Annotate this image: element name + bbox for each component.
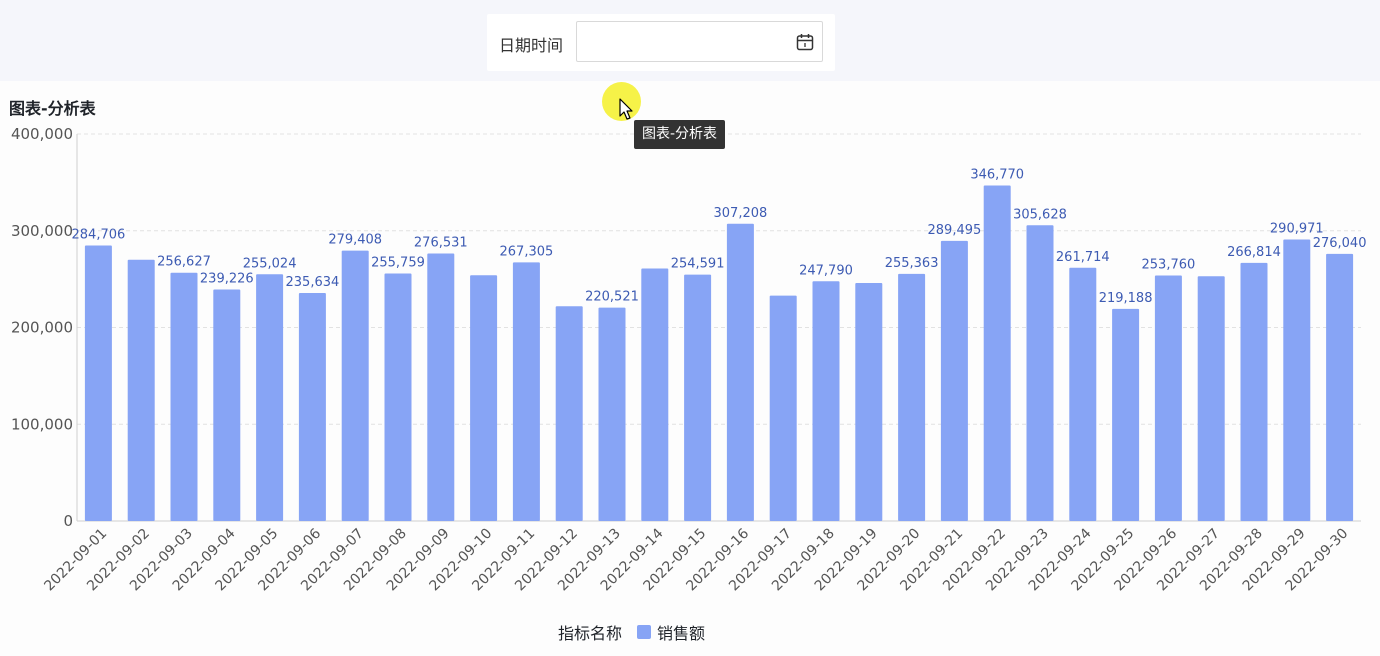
data-label: 261,714 [1056, 250, 1110, 265]
bar[interactable] [1112, 308, 1140, 521]
bar[interactable] [641, 268, 669, 521]
y-tick-label: 300,000 [11, 222, 73, 240]
bars [84, 185, 1354, 522]
chart-legend: 指标名称 销售额 [558, 621, 705, 643]
data-label: 256,627 [157, 255, 211, 270]
data-label: 247,790 [799, 263, 853, 278]
bar[interactable] [341, 250, 369, 521]
mouse-pointer-icon [619, 98, 633, 120]
data-label: 276,040 [1313, 236, 1367, 251]
bar[interactable] [170, 272, 198, 521]
data-label: 279,408 [328, 233, 382, 248]
bar[interactable] [598, 307, 626, 521]
tooltip: 图表-分析表 [634, 120, 726, 149]
bar[interactable] [1154, 275, 1182, 521]
bar[interactable] [1197, 276, 1225, 521]
data-label: 239,226 [200, 272, 254, 287]
data-label: 255,024 [243, 256, 297, 271]
data-label: 284,706 [72, 228, 126, 243]
bar[interactable] [298, 293, 326, 521]
data-label: 255,759 [371, 256, 425, 271]
bar[interactable] [555, 306, 583, 521]
bar[interactable] [983, 185, 1011, 521]
y-tick-label: 200,000 [11, 319, 73, 337]
data-label: 254,591 [671, 257, 725, 272]
legend-title: 指标名称 [558, 624, 623, 643]
bar[interactable] [1326, 253, 1354, 521]
legend-swatch[interactable] [637, 625, 652, 639]
bar[interactable] [1240, 262, 1268, 521]
bar[interactable] [940, 240, 968, 522]
bar[interactable] [726, 223, 754, 522]
bar[interactable] [1283, 239, 1311, 522]
data-label: 305,628 [1013, 207, 1067, 222]
data-label: 220,521 [585, 290, 639, 305]
bar[interactable] [1026, 225, 1054, 521]
data-label: 307,208 [714, 206, 768, 221]
y-tick-label: 100,000 [11, 415, 73, 433]
bar[interactable] [769, 295, 797, 521]
legend-series-label[interactable]: 销售额 [657, 620, 705, 644]
bar[interactable] [384, 273, 412, 521]
bar[interactable] [256, 274, 284, 521]
data-label: 219,188 [1099, 291, 1153, 306]
bar[interactable] [855, 282, 883, 521]
data-label: 266,814 [1227, 245, 1281, 260]
y-tick-label: 400,000 [11, 125, 73, 143]
data-label: 235,634 [286, 275, 340, 290]
bar[interactable] [84, 245, 112, 522]
bar-chart: 284,706 256,627 239,226255,024 235,634 279,4… [11, 125, 1367, 594]
y-tick-label: 0 [63, 512, 73, 530]
data-label: 276,531 [414, 235, 468, 250]
bar[interactable] [127, 259, 155, 521]
bar[interactable] [684, 274, 712, 521]
data-label: 289,495 [928, 223, 982, 238]
data-label: 290,971 [1270, 221, 1324, 236]
bar[interactable] [812, 281, 840, 521]
bar[interactable] [470, 275, 498, 521]
tick-labels: 0100,000200,000300,000400,0002022-09-012… [11, 125, 1351, 594]
bar[interactable] [213, 289, 241, 521]
data-label: 267,305 [500, 244, 554, 259]
bar[interactable] [1069, 267, 1097, 521]
bar[interactable] [427, 253, 455, 522]
bar[interactable] [898, 273, 926, 521]
data-label: 346,770 [970, 168, 1024, 183]
data-label: 255,363 [885, 256, 939, 271]
data-label: 253,760 [1142, 257, 1196, 272]
bar[interactable] [512, 262, 540, 521]
